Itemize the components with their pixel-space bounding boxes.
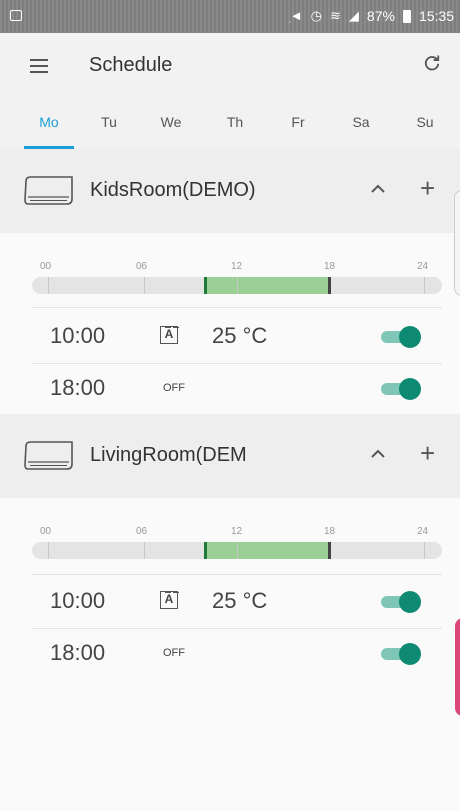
chevron-up-icon[interactable]	[368, 444, 388, 464]
timeline-start-marker	[203, 277, 207, 294]
timeline-label: 06	[136, 526, 148, 537]
auto-mode-icon: A	[160, 591, 180, 609]
tab-saturday[interactable]: Sa	[336, 95, 386, 149]
chevron-up-icon[interactable]	[368, 179, 388, 199]
entry-time: 10:00	[50, 588, 106, 613]
timeline-tick	[48, 542, 49, 559]
timeline-start-marker	[203, 542, 207, 559]
entry-toggle[interactable]	[381, 326, 421, 348]
page-title: Schedule	[89, 54, 173, 76]
timeline-on-period	[204, 277, 330, 294]
menu-icon[interactable]	[30, 59, 48, 77]
divider	[32, 363, 442, 364]
schedule-entry[interactable]: 10:00 A 25 °C	[0, 578, 460, 626]
timeline-tick	[424, 542, 425, 559]
side-panel-handle[interactable]	[454, 190, 460, 296]
room-schedule: 00 06 12 18 24 10:00 A 25 °C 18:00 OFF	[0, 498, 460, 811]
schedule-entry[interactable]: 18:00 OFF	[0, 365, 460, 413]
timeline-label: 24	[417, 526, 429, 537]
air-conditioner-icon	[24, 441, 73, 470]
signal-icon: ◢	[348, 8, 359, 23]
divider	[32, 628, 442, 629]
timeline-label: 18	[324, 526, 336, 537]
timeline-tick	[48, 277, 49, 294]
timeline-tick	[424, 277, 425, 294]
timeline-label: 06	[136, 261, 148, 272]
timeline-label: 00	[40, 261, 52, 272]
schedule-timeline: 00 06 12 18 24	[32, 526, 442, 559]
timeline-tick	[144, 542, 145, 559]
room-header[interactable]: KidsRoom(DEMO) +	[0, 149, 460, 233]
tab-tuesday[interactable]: Tu	[84, 95, 134, 149]
schedule-entry[interactable]: 10:00 A 25 °C	[0, 313, 460, 361]
auto-mode-icon: A	[160, 326, 180, 344]
tab-monday[interactable]: Mo	[24, 95, 74, 149]
add-icon[interactable]: +	[420, 173, 435, 203]
screenshot-notification-icon	[10, 10, 22, 21]
entry-toggle[interactable]	[381, 591, 421, 613]
timeline-label: 12	[231, 526, 243, 537]
entry-temperature: 25 °C	[212, 588, 268, 613]
alarm-icon: ◷	[310, 8, 323, 23]
battery-percent: 87%	[366, 8, 395, 24]
refresh-icon[interactable]	[422, 53, 442, 73]
room-name: LivingRoom(DEM	[90, 444, 247, 466]
timeline-tick	[237, 542, 238, 559]
schedule-timeline: 00 06 12 18 24	[32, 261, 442, 294]
tab-friday[interactable]: Fr	[273, 95, 323, 149]
timeline-label: 12	[231, 261, 243, 272]
timeline-label: 24	[417, 261, 429, 272]
tab-sunday[interactable]: Su	[400, 95, 450, 149]
status-icons: ◄ׅ ◷ ≋ ◢ 87% 15:35	[290, 8, 454, 24]
timeline-on-period	[204, 542, 330, 559]
add-icon[interactable]: +	[420, 438, 435, 468]
entry-time: 18:00	[50, 375, 106, 400]
clock: 15:35	[418, 8, 454, 24]
mute-icon: ◄ׅ	[289, 8, 303, 23]
tab-thursday[interactable]: Th	[210, 95, 260, 149]
timeline-tick	[237, 277, 238, 294]
entry-toggle[interactable]	[381, 378, 421, 400]
app-bar: Schedule	[0, 33, 460, 95]
entry-toggle[interactable]	[381, 643, 421, 665]
battery-icon	[402, 9, 411, 23]
room-header[interactable]: LivingRoom(DEM +	[0, 414, 460, 498]
timeline-tick	[144, 277, 145, 294]
divider	[32, 307, 442, 308]
tab-wednesday[interactable]: We	[146, 95, 196, 149]
day-tabs: Mo Tu We Th Fr Sa Su	[0, 95, 460, 150]
entry-temperature: 25 °C	[212, 323, 268, 348]
timeline-end-marker	[328, 277, 331, 294]
timeline-end-marker	[328, 542, 331, 559]
room-schedule: 00 06 12 18 24 10:00 A 25 °C 18:00 OFF	[0, 233, 460, 415]
entry-time: 18:00	[50, 640, 106, 665]
wifi-icon: ≋	[330, 8, 341, 23]
schedule-entry[interactable]: 18:00 OFF	[0, 630, 460, 678]
air-conditioner-icon	[24, 176, 73, 205]
timeline-label: 00	[40, 526, 52, 537]
status-bar: ◄ׅ ◷ ≋ ◢ 87% 15:35	[0, 0, 460, 33]
room-name: KidsRoom(DEMO)	[90, 179, 256, 201]
entry-off-label: OFF	[163, 382, 185, 394]
timeline-label: 18	[324, 261, 336, 272]
entry-time: 10:00	[50, 323, 106, 348]
divider	[32, 574, 442, 575]
entry-off-label: OFF	[163, 647, 185, 659]
side-panel-tab[interactable]	[455, 618, 460, 716]
